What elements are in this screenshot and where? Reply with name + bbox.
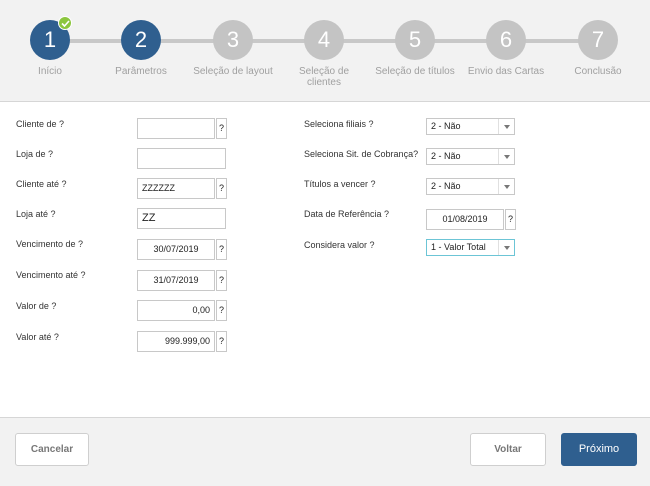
vencimento-de-input[interactable]: 30/07/2019 [137, 239, 215, 260]
loja-de-input[interactable] [137, 148, 226, 169]
considera-valor-select[interactable]: 1 - Valor Total [426, 239, 515, 256]
seleciona-filiais-label: Seleciona filiais ? [304, 119, 374, 129]
wizard-steps-bar: 1 Início 2 Parâmetros 3 Seleção de layou… [0, 0, 650, 102]
vencimento-de-help-button[interactable]: ? [216, 239, 227, 260]
titulos-a-vencer-select[interactable]: 2 - Não [426, 178, 515, 195]
valor-de-label: Valor de ? [16, 301, 57, 311]
step-2-circle[interactable]: 2 [121, 20, 161, 60]
valor-de-input[interactable]: 0,00 [137, 300, 215, 321]
step-4-circle[interactable]: 4 [304, 20, 344, 60]
loja-ate-label: Loja até ? [16, 209, 56, 219]
back-button[interactable]: Voltar [470, 433, 546, 466]
step-6-circle[interactable]: 6 [486, 20, 526, 60]
loja-de-label: Loja de ? [16, 149, 54, 159]
step-1-label: Início [38, 66, 62, 77]
data-referencia-help-button[interactable]: ? [505, 209, 516, 230]
vencimento-ate-help-button[interactable]: ? [216, 270, 227, 291]
valor-ate-label: Valor até ? [16, 332, 59, 342]
cliente-ate-input[interactable]: ZZZZZZ [137, 178, 215, 199]
valor-ate-input[interactable]: 999.999,00 [137, 331, 215, 352]
cliente-de-label: Cliente de ? [16, 119, 65, 129]
chevron-down-icon[interactable] [498, 179, 514, 194]
step-7-circle[interactable]: 7 [578, 20, 618, 60]
vencimento-ate-label: Vencimento até ? [16, 270, 86, 280]
seleciona-filiais-value: 2 - Não [431, 121, 461, 131]
cancel-button[interactable]: Cancelar [15, 433, 89, 466]
loja-ate-input[interactable]: ZZ [137, 208, 226, 229]
step-3-label: Seleção de layout [193, 66, 273, 77]
data-referencia-label: Data de Referência ? [304, 209, 390, 219]
valor-de-help-button[interactable]: ? [216, 300, 227, 321]
titulos-a-vencer-value: 2 - Não [431, 181, 461, 191]
next-button[interactable]: Próximo [561, 433, 637, 466]
step-5-label: Seleção de títulos [375, 66, 455, 77]
cliente-de-help-button[interactable]: ? [216, 118, 227, 139]
step-3-circle[interactable]: 3 [213, 20, 253, 60]
chevron-down-icon[interactable] [498, 149, 514, 164]
step-7-label: Conclusão [574, 66, 622, 77]
cliente-ate-label: Cliente até ? [16, 179, 67, 189]
step-4-label: Seleção de clientes [298, 66, 350, 88]
data-referencia-input[interactable]: 01/08/2019 [426, 209, 504, 230]
titulos-a-vencer-label: Títulos a vencer ? [304, 179, 376, 189]
step-2-label: Parâmetros [115, 66, 167, 77]
wizard-footer: Cancelar Voltar Próximo [0, 417, 650, 486]
wizard-window: 1 Início 2 Parâmetros 3 Seleção de layou… [0, 0, 650, 486]
chevron-down-icon[interactable] [498, 240, 514, 255]
seleciona-filiais-select[interactable]: 2 - Não [426, 118, 515, 135]
parameters-form: Cliente de ? ? Loja de ? Cliente até ? Z… [0, 103, 650, 417]
seleciona-sit-cobranca-label: Seleciona Sit. de Cobrança? [304, 149, 419, 159]
chevron-down-icon[interactable] [498, 119, 514, 134]
valor-ate-help-button[interactable]: ? [216, 331, 227, 352]
step-5-circle[interactable]: 5 [395, 20, 435, 60]
completed-check-icon [58, 16, 72, 30]
considera-valor-label: Considera valor ? [304, 240, 375, 250]
seleciona-sit-cobranca-select[interactable]: 2 - Não [426, 148, 515, 165]
vencimento-de-label: Vencimento de ? [16, 239, 84, 249]
vencimento-ate-input[interactable]: 31/07/2019 [137, 270, 215, 291]
seleciona-sit-cobranca-value: 2 - Não [431, 151, 461, 161]
cliente-ate-help-button[interactable]: ? [216, 178, 227, 199]
considera-valor-value: 1 - Valor Total [431, 242, 486, 252]
step-6-label: Envio das Cartas [467, 66, 545, 77]
cliente-de-input[interactable] [137, 118, 215, 139]
